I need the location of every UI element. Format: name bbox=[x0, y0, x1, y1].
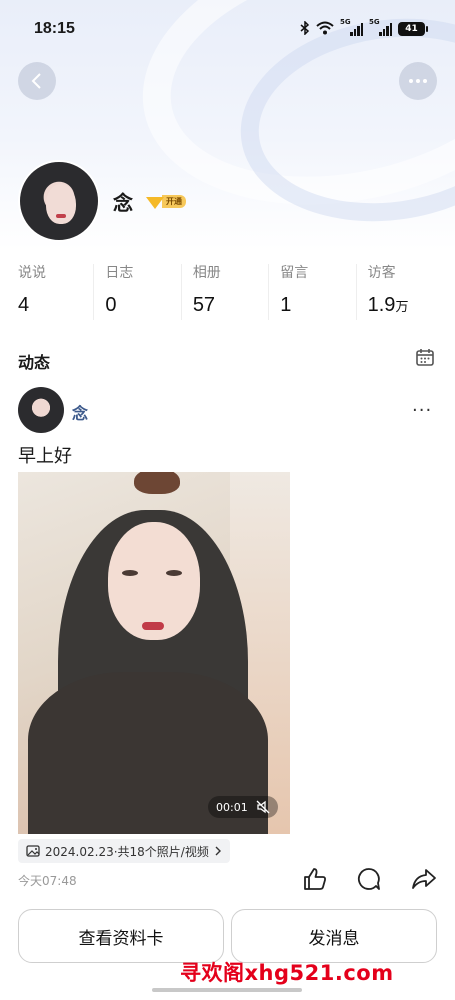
status-bar: 18:15 5G 5G 41 bbox=[0, 0, 455, 58]
status-icons: 5G 5G 41 bbox=[300, 18, 428, 38]
back-button[interactable] bbox=[18, 62, 56, 100]
chevron-right-icon bbox=[215, 846, 221, 856]
mute-icon[interactable] bbox=[256, 800, 270, 814]
view-profile-card-button[interactable]: 查看资料卡 bbox=[18, 909, 224, 963]
share-icon[interactable] bbox=[411, 866, 437, 892]
stat-label: 说说 bbox=[18, 265, 46, 281]
stat-value: 1.9万 bbox=[367, 294, 409, 316]
stat-label: 相册 bbox=[192, 265, 221, 281]
watermark-text: 寻欢阁xhg521.com bbox=[180, 961, 394, 985]
stat-value: 57 bbox=[192, 294, 216, 316]
feed-section-title: 动态 bbox=[18, 353, 51, 372]
post-text: 早上好 bbox=[18, 446, 72, 467]
battery-indicator: 41 bbox=[398, 22, 428, 36]
stat-label: 留言 bbox=[280, 265, 309, 281]
stat-value: 0 bbox=[105, 294, 117, 316]
calendar-icon[interactable] bbox=[415, 347, 435, 367]
post-author-name[interactable]: 念 bbox=[72, 400, 88, 424]
stat-messages[interactable]: 留言 1 bbox=[268, 262, 367, 324]
video-time: 00:01 bbox=[216, 800, 248, 814]
stat-posts[interactable]: 说说 4 bbox=[18, 262, 105, 324]
more-icon bbox=[409, 79, 427, 83]
vip-badge-label: 开通 bbox=[162, 194, 186, 208]
post-author-avatar[interactable] bbox=[18, 387, 64, 433]
stat-value: 1 bbox=[280, 294, 292, 316]
stat-albums[interactable]: 相册 57 bbox=[180, 262, 280, 324]
status-time: 18:15 bbox=[34, 20, 75, 37]
album-info-text: 2024.02.23·共18个照片/视频 bbox=[45, 844, 209, 859]
like-icon[interactable] bbox=[302, 866, 328, 892]
divider bbox=[180, 264, 182, 320]
album-info-link[interactable]: 2024.02.23·共18个照片/视频 bbox=[18, 839, 230, 863]
profile-name: 念 bbox=[113, 191, 133, 215]
diamond-icon bbox=[146, 197, 164, 209]
vip-badge[interactable]: 开通 bbox=[146, 193, 186, 209]
more-options-button[interactable] bbox=[399, 62, 437, 100]
comment-icon[interactable] bbox=[356, 866, 382, 892]
profile-avatar[interactable] bbox=[18, 160, 100, 242]
post-timestamp: 今天07:48 bbox=[18, 874, 77, 888]
divider bbox=[268, 264, 270, 320]
stat-visitors[interactable]: 访客 1.9万 bbox=[355, 262, 455, 324]
stat-blog[interactable]: 日志 0 bbox=[93, 262, 192, 324]
divider bbox=[355, 264, 357, 320]
stat-label: 日志 bbox=[105, 265, 134, 281]
cellular-signal-2: 5G bbox=[369, 18, 392, 36]
post-video[interactable]: 00:01 bbox=[18, 472, 290, 834]
video-timecode: 00:01 bbox=[208, 796, 278, 818]
stat-label: 访客 bbox=[367, 265, 396, 281]
cellular-signal-1: 5G bbox=[340, 18, 363, 36]
bluetooth-icon bbox=[300, 19, 310, 38]
divider bbox=[93, 264, 95, 320]
wifi-icon bbox=[316, 21, 334, 38]
stat-value: 4 bbox=[18, 294, 30, 316]
back-icon bbox=[31, 73, 41, 89]
post-more-button[interactable]: ··· bbox=[412, 400, 432, 421]
home-indicator[interactable] bbox=[152, 988, 302, 992]
send-message-button[interactable]: 发消息 bbox=[231, 909, 437, 963]
photo-icon bbox=[26, 845, 40, 857]
profile-stats: 说说 4 日志 0 相册 57 留言 1 访客 1.9万 bbox=[0, 262, 455, 324]
